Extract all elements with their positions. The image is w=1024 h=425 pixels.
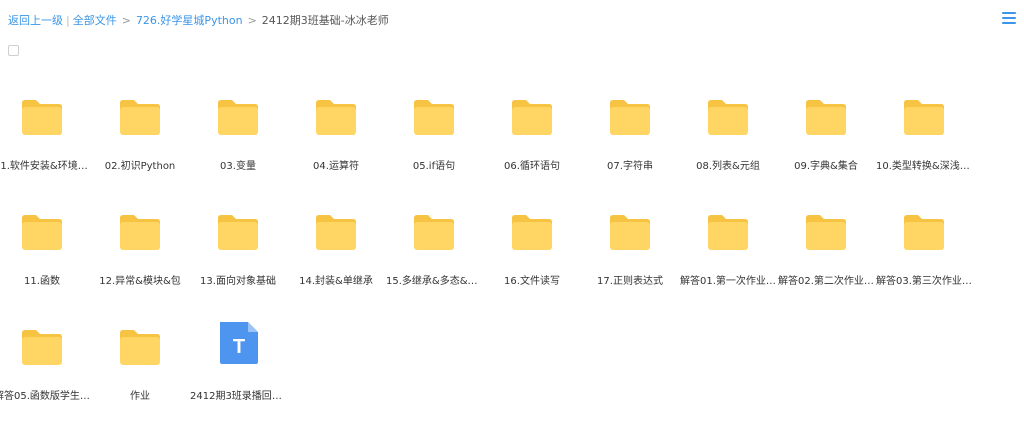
item-label: 01.软件安装&环境配置 [0, 161, 90, 172]
top-bar: 返回上一级 | 全部文件 > 726.好学星城Python > 2412期3班基… [0, 0, 1024, 38]
select-all-checkbox[interactable] [8, 45, 19, 56]
parent-folder-link[interactable]: 726.好学星城Python [136, 12, 243, 28]
item-label: 14.封装&单继承 [299, 276, 373, 287]
folder-icon [316, 215, 356, 250]
list-view-icon[interactable] [1002, 12, 1016, 26]
item-label: 13.面向对象基础 [200, 276, 276, 287]
folder-item[interactable]: 07.字符串 [582, 95, 678, 195]
svg-text:T: T [233, 336, 245, 358]
folder-icon [512, 215, 552, 250]
item-label: 05.if语句 [412, 161, 456, 172]
folder-icon [708, 100, 748, 135]
item-label: 03.变量 [220, 161, 256, 172]
item-label: 09.字典&集合 [794, 161, 858, 172]
text-file-icon: T [220, 322, 258, 364]
item-label: 2412期3班录播回放.txt [190, 391, 286, 402]
item-label: 07.字符串 [607, 161, 653, 172]
current-folder: 2412期3班基础-冰冰老师 [261, 14, 389, 27]
folder-item[interactable]: 12.异常&模块&包 [92, 210, 188, 310]
folder-icon [22, 215, 62, 250]
folder-item[interactable]: 解答03.第三次作业讲解 [876, 210, 972, 310]
folder-icon [904, 100, 944, 135]
all-files-link[interactable]: 全部文件 [73, 12, 117, 28]
folder-icon [414, 100, 454, 135]
folder-icon [414, 215, 454, 250]
folder-icon [22, 330, 62, 365]
folder-item[interactable]: 02.初识Python [92, 95, 188, 195]
item-label: 作业 [130, 391, 150, 402]
folder-icon [316, 100, 356, 135]
folder-item[interactable]: 作业 [92, 325, 188, 425]
folder-item[interactable]: 08.列表&元组 [680, 95, 776, 195]
folder-item[interactable]: 解答02.第二次作业讲解 [778, 210, 874, 310]
folder-icon [218, 215, 258, 250]
folder-item[interactable]: 解答01.第一次作业讲解 [680, 210, 776, 310]
item-label: 解答03.第三次作业讲解 [876, 276, 972, 287]
folder-item[interactable]: 06.循环语句 [484, 95, 580, 195]
item-label: 02.初识Python [104, 161, 176, 172]
folder-item[interactable]: 13.面向对象基础 [190, 210, 286, 310]
folder-item[interactable]: 14.封装&单继承 [288, 210, 384, 310]
folder-item[interactable]: 03.变量 [190, 95, 286, 195]
breadcrumb: 返回上一级 | 全部文件 > 726.好学星城Python > 2412期3班基… [8, 12, 389, 28]
folder-icon [512, 100, 552, 135]
folder-item[interactable]: 01.软件安装&环境配置 [0, 95, 90, 195]
item-label: 11.函数 [24, 276, 60, 287]
folder-item[interactable]: 16.文件读写 [484, 210, 580, 310]
folder-item[interactable]: 解答05.函数版学生管理 [0, 325, 90, 425]
folder-icon [218, 100, 258, 135]
breadcrumb-pipe: | [66, 13, 70, 27]
file-item[interactable]: T 2412期3班录播回放.txt [190, 322, 286, 425]
folder-icon [806, 215, 846, 250]
item-label: 12.异常&模块&包 [99, 276, 181, 287]
folder-item[interactable]: 15.多继承&多态&类方法 [386, 210, 482, 310]
item-label: 08.列表&元组 [696, 161, 760, 172]
folder-icon [22, 100, 62, 135]
folder-icon [904, 215, 944, 250]
back-link[interactable]: 返回上一级 [8, 12, 63, 28]
item-label: 17.正则表达式 [597, 276, 663, 287]
folder-icon [806, 100, 846, 135]
breadcrumb-separator: > [247, 13, 257, 27]
folder-icon [610, 215, 650, 250]
folder-item[interactable]: 04.运算符 [288, 95, 384, 195]
item-label: 16.文件读写 [504, 276, 560, 287]
folder-icon [610, 100, 650, 135]
item-label: 06.循环语句 [504, 161, 560, 172]
item-label: 解答01.第一次作业讲解 [680, 276, 776, 287]
folder-item[interactable]: 05.if语句 [386, 95, 482, 195]
folder-item[interactable]: 11.函数 [0, 210, 90, 310]
folder-item[interactable]: 17.正则表达式 [582, 210, 678, 310]
item-label: 解答02.第二次作业讲解 [778, 276, 874, 287]
folder-icon [120, 330, 160, 365]
folder-item[interactable]: 10.类型转换&深浅拷贝 [876, 95, 972, 195]
folder-icon [120, 215, 160, 250]
breadcrumb-separator: > [121, 13, 131, 27]
item-label: 解答05.函数版学生管理 [0, 391, 90, 402]
folder-icon [120, 100, 160, 135]
item-label: 10.类型转换&深浅拷贝 [876, 161, 972, 172]
folder-item[interactable]: 09.字典&集合 [778, 95, 874, 195]
folder-icon [708, 215, 748, 250]
item-label: 15.多继承&多态&类方法 [386, 276, 482, 287]
item-label: 04.运算符 [313, 161, 359, 172]
